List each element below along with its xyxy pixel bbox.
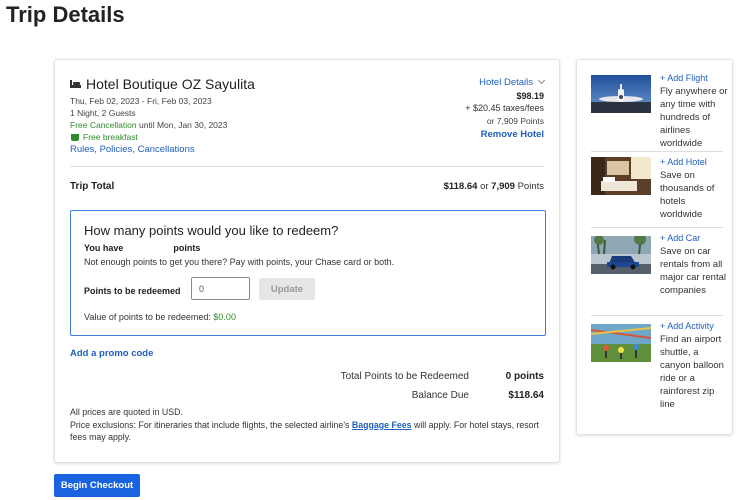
add-hotel-link[interactable]: + Add Hotel xyxy=(660,157,707,167)
trip-details-card: Hotel Boutique OZ Sayulita Thu, Feb 02, … xyxy=(54,59,560,463)
rules-policies-link[interactable]: Rules, Policies, Cancellations xyxy=(70,144,195,155)
not-enough-text: Not enough points to get you there? Pay … xyxy=(84,257,395,267)
sidebar-item-activity: + Add Activity Find an airport shuttle, … xyxy=(591,315,724,410)
add-flight-desc: Fly anywhere or any time with hundreds o… xyxy=(660,86,728,149)
points-value-line: Value of points to be redeemed: $0.00 xyxy=(84,312,236,322)
add-hotel-desc: Save on thousands of hotels worldwide xyxy=(660,170,715,220)
car-image xyxy=(591,236,651,274)
stay-guests: 1 Night, 2 Guests xyxy=(70,108,136,118)
points-value-label: Value of points to be redeemed: xyxy=(84,312,214,322)
chevron-down-icon xyxy=(537,76,546,85)
add-promo-code-link[interactable]: Add a promo code xyxy=(70,348,153,359)
trip-total-value: $118.64 or 7,909 Points xyxy=(444,181,544,192)
remove-hotel-link[interactable]: Remove Hotel xyxy=(481,129,544,142)
sidebar-item-car: + Add Car Save on car rentals from all m… xyxy=(591,227,726,296)
breakfast-row: Free breakfast xyxy=(71,131,227,143)
add-ons-sidebar: + Add Flight Fly anywhere or any time wi… xyxy=(576,59,733,435)
balance-due-label: Balance Due xyxy=(411,390,469,401)
add-flight-link[interactable]: + Add Flight xyxy=(660,73,708,83)
hotel-info: Thu, Feb 02, 2023 - Fri, Feb 03, 2023 1 … xyxy=(70,95,227,156)
points-redeemed-label: Total Points to be Redeemed xyxy=(340,371,469,382)
trip-total-points: 7,909 xyxy=(491,181,515,192)
free-cancellation-label: Free Cancellation xyxy=(70,120,137,130)
airplane-image xyxy=(591,75,651,113)
points-to-redeem-label: Points to be redeemed xyxy=(84,286,181,296)
trip-total-label: Trip Total xyxy=(70,181,115,192)
price-footnote: All prices are quoted in USD. Price excl… xyxy=(70,406,550,444)
baggage-fees-link[interactable]: Baggage Fees xyxy=(352,420,412,430)
add-activity-desc: Find an airport shuttle, a canyon balloo… xyxy=(660,334,724,410)
add-car-link[interactable]: + Add Car xyxy=(660,233,700,243)
hotel-taxes: + $20.45 taxes/fees xyxy=(465,103,544,113)
hotel-price-block: Hotel Details $98.19 + $20.45 taxes/fees… xyxy=(465,76,546,142)
balance-due-value: $118.64 xyxy=(508,390,544,401)
breakfast-label: Free breakfast xyxy=(83,132,138,142)
bed-icon xyxy=(70,80,81,88)
add-activity-link[interactable]: + Add Activity xyxy=(660,321,714,331)
begin-checkout-button[interactable]: Begin Checkout xyxy=(54,474,140,497)
trip-total-amount: $118.64 xyxy=(443,181,478,192)
trip-total-points-suffix: Points xyxy=(514,181,544,192)
hotel-name: Hotel Boutique OZ Sayulita xyxy=(86,76,255,92)
stay-dates: Thu, Feb 02, 2023 - Fri, Feb 03, 2023 xyxy=(70,96,212,106)
free-cancellation: Free Cancellation until Mon, Jan 30, 202… xyxy=(70,119,227,131)
hotel-points: or 7,909 Points xyxy=(486,115,544,126)
sidebar-item-hotel: + Add Hotel Save on thousands of hotels … xyxy=(591,151,723,220)
divider xyxy=(70,166,544,167)
currency-note: All prices are quoted in USD. xyxy=(70,407,183,417)
hotel-room-image xyxy=(591,157,651,195)
cancellation-deadline: until Mon, Jan 30, 2023 xyxy=(136,120,228,130)
exclusions-note: Price exclusions: For itineraries that i… xyxy=(70,419,550,444)
hotel-price: $98.19 xyxy=(516,90,544,101)
points-word: points xyxy=(173,243,201,253)
page-title: Trip Details xyxy=(6,2,125,27)
redeem-title: How many points would you like to redeem… xyxy=(84,223,339,238)
points-balance: You have points xyxy=(84,243,200,253)
redeem-points-panel: How many points would you like to redeem… xyxy=(70,210,546,336)
activity-image xyxy=(591,324,651,362)
points-to-redeem-input[interactable] xyxy=(191,277,250,300)
hotel-details-link[interactable]: Hotel Details xyxy=(479,76,546,88)
points-value-amount: $0.00 xyxy=(213,312,236,322)
update-button[interactable]: Update xyxy=(259,278,315,300)
exclusions-text: Price exclusions: For itineraries that i… xyxy=(70,419,352,430)
coffee-cup-icon xyxy=(71,133,79,141)
points-redeemed-value: 0 points xyxy=(505,371,544,382)
you-have-label: You have xyxy=(84,243,124,253)
trip-total-or: or xyxy=(477,181,492,192)
add-car-desc: Save on car rentals from all major car r… xyxy=(660,246,726,296)
hotel-details-label: Hotel Details xyxy=(479,77,533,88)
hotel-name-row: Hotel Boutique OZ Sayulita xyxy=(70,76,255,92)
